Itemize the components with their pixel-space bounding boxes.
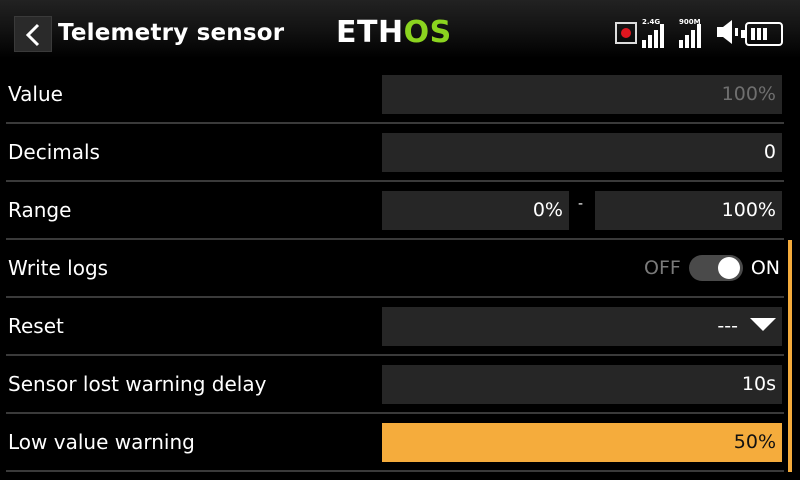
reset-dropdown[interactable]: --- — [382, 307, 782, 346]
signal-2g4-icon: 2.4G — [640, 16, 668, 48]
low-value-warning-label: Low value warning — [8, 430, 195, 454]
toggle-knob — [717, 257, 740, 279]
range-separator: - — [578, 196, 584, 212]
decimals-label: Decimals — [8, 140, 100, 164]
toggle-off-label: OFF — [644, 257, 681, 279]
back-button[interactable] — [14, 16, 52, 52]
ethos-logo: ETH OS — [336, 14, 452, 50]
row-sensor-lost-delay: Sensor lost warning delay 10s — [0, 356, 784, 414]
range-min-field[interactable]: 0% — [382, 191, 569, 230]
title-bar: Telemetry sensor ETH OS 2.4G 900M — [0, 0, 800, 58]
chevron-left-icon — [25, 23, 40, 47]
scrollbar[interactable] — [788, 240, 792, 472]
page-title: Telemetry sensor — [58, 20, 285, 46]
low-value-warning-field[interactable]: 50% — [382, 423, 782, 462]
write-logs-toggle[interactable]: OFF ON — [644, 240, 780, 296]
row-write-logs: Write logs OFF ON — [0, 240, 784, 298]
row-reset: Reset --- — [0, 298, 784, 356]
sensor-lost-delay-field[interactable]: 10s — [382, 365, 782, 404]
record-icon — [615, 22, 637, 44]
row-decimals: Decimals 0 — [0, 124, 784, 182]
row-range: Range 0% - 100% — [0, 182, 784, 240]
toggle-on-label: ON — [750, 257, 780, 279]
row-value: Value 100% — [0, 66, 784, 124]
signal-900m-icon: 900M — [677, 16, 705, 48]
value-field: 100% — [382, 75, 782, 114]
value-label: Value — [8, 82, 63, 106]
reset-label: Reset — [8, 314, 64, 338]
row-low-value-warning: Low value warning 50% — [0, 414, 784, 472]
write-logs-label: Write logs — [8, 256, 109, 280]
decimals-field[interactable]: 0 — [382, 133, 782, 172]
reset-value: --- — [717, 315, 738, 337]
toggle-switch[interactable] — [688, 255, 743, 281]
sensor-lost-delay-label: Sensor lost warning delay — [8, 372, 267, 396]
range-max-field[interactable]: 100% — [595, 191, 782, 230]
range-label: Range — [8, 198, 72, 222]
battery-icon — [741, 22, 783, 46]
speaker-icon — [716, 16, 742, 48]
dropdown-caret-icon — [750, 318, 776, 331]
